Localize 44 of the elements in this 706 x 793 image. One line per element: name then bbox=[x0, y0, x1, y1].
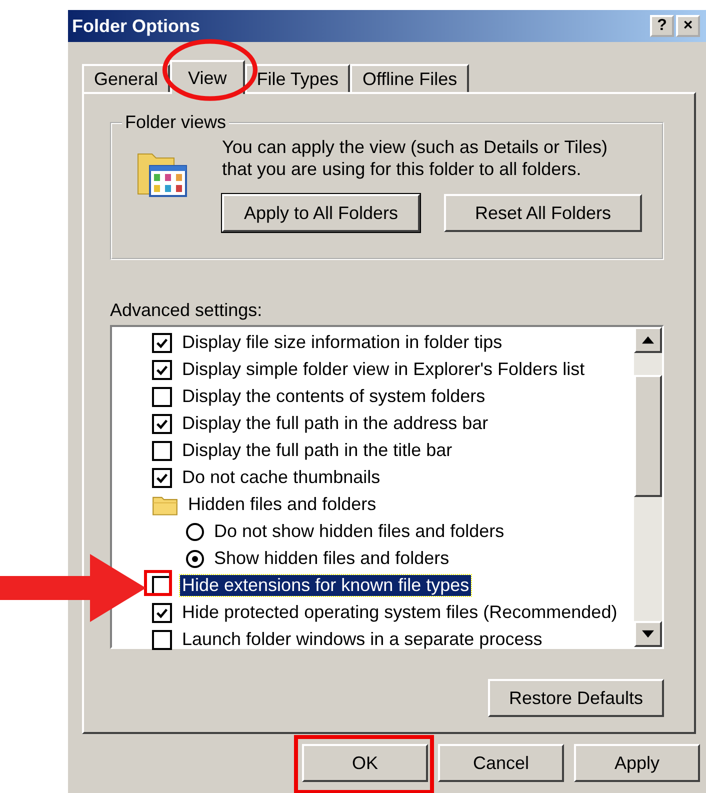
option-label[interactable]: Launch folder windows in a separate process bbox=[180, 629, 544, 650]
down-arrow-icon bbox=[642, 630, 654, 638]
tab[interactable]: Offline Files bbox=[350, 64, 470, 92]
close-button[interactable]: × bbox=[676, 15, 700, 37]
checkbox[interactable] bbox=[152, 440, 172, 460]
option-label[interactable]: Do not show hidden files and folders bbox=[212, 521, 506, 542]
group-label: Hidden files and folders bbox=[187, 494, 378, 515]
help-button[interactable]: ? bbox=[650, 15, 674, 37]
checkbox[interactable] bbox=[152, 360, 172, 380]
scroll-down-button[interactable] bbox=[634, 621, 662, 647]
radio-button[interactable] bbox=[186, 550, 204, 568]
push-button[interactable]: Reset All Folders bbox=[444, 194, 642, 232]
checkbox[interactable] bbox=[152, 576, 172, 596]
option-label[interactable]: Hide protected operating system files (Recommended) bbox=[180, 602, 620, 623]
checkbox[interactable] bbox=[152, 414, 172, 434]
dialog-button[interactable]: OK bbox=[302, 744, 428, 782]
up-arrow-icon bbox=[642, 336, 654, 344]
option-label[interactable]: Display simple folder view in Explorer's Folders list bbox=[180, 359, 587, 380]
section-label: Advanced settings: bbox=[110, 300, 264, 321]
restore-defaults-button[interactable]: Restore Defaults bbox=[488, 679, 664, 717]
option-label[interactable]: Display the full path in the address bar bbox=[180, 413, 490, 434]
tab[interactable]: View bbox=[170, 60, 245, 94]
tab[interactable]: File Types bbox=[244, 64, 350, 92]
checkbox[interactable] bbox=[152, 386, 172, 406]
option-label[interactable]: Display the full path in the title bar bbox=[180, 440, 454, 461]
option-label[interactable]: Show hidden files and folders bbox=[212, 548, 452, 569]
scroll-up-button[interactable] bbox=[634, 327, 662, 353]
checkbox[interactable] bbox=[152, 468, 172, 488]
checkbox[interactable] bbox=[152, 602, 172, 622]
option-label[interactable]: Display file size information in folder tips bbox=[180, 332, 504, 353]
option-label[interactable]: Hide extensions for known file types bbox=[180, 575, 472, 596]
tab[interactable]: General bbox=[82, 64, 170, 92]
dialog-button[interactable]: Cancel bbox=[438, 744, 564, 782]
option-label[interactable]: Display the contents of system folders bbox=[180, 386, 488, 407]
scrollbar[interactable] bbox=[634, 327, 662, 647]
scroll-thumb[interactable] bbox=[634, 375, 662, 497]
dialog-button[interactable]: Apply bbox=[574, 744, 700, 782]
radio-button[interactable] bbox=[186, 522, 204, 540]
checkbox[interactable] bbox=[152, 332, 172, 352]
checkbox[interactable] bbox=[152, 630, 172, 650]
window-title: Folder Options bbox=[72, 16, 200, 36]
description-text: You can apply the view (such as Details or Tiles) that you are using for this folder to all folders. bbox=[222, 136, 609, 180]
option-label[interactable]: Do not cache thumbnails bbox=[180, 467, 382, 488]
push-button[interactable]: Apply to All Folders bbox=[222, 194, 420, 232]
